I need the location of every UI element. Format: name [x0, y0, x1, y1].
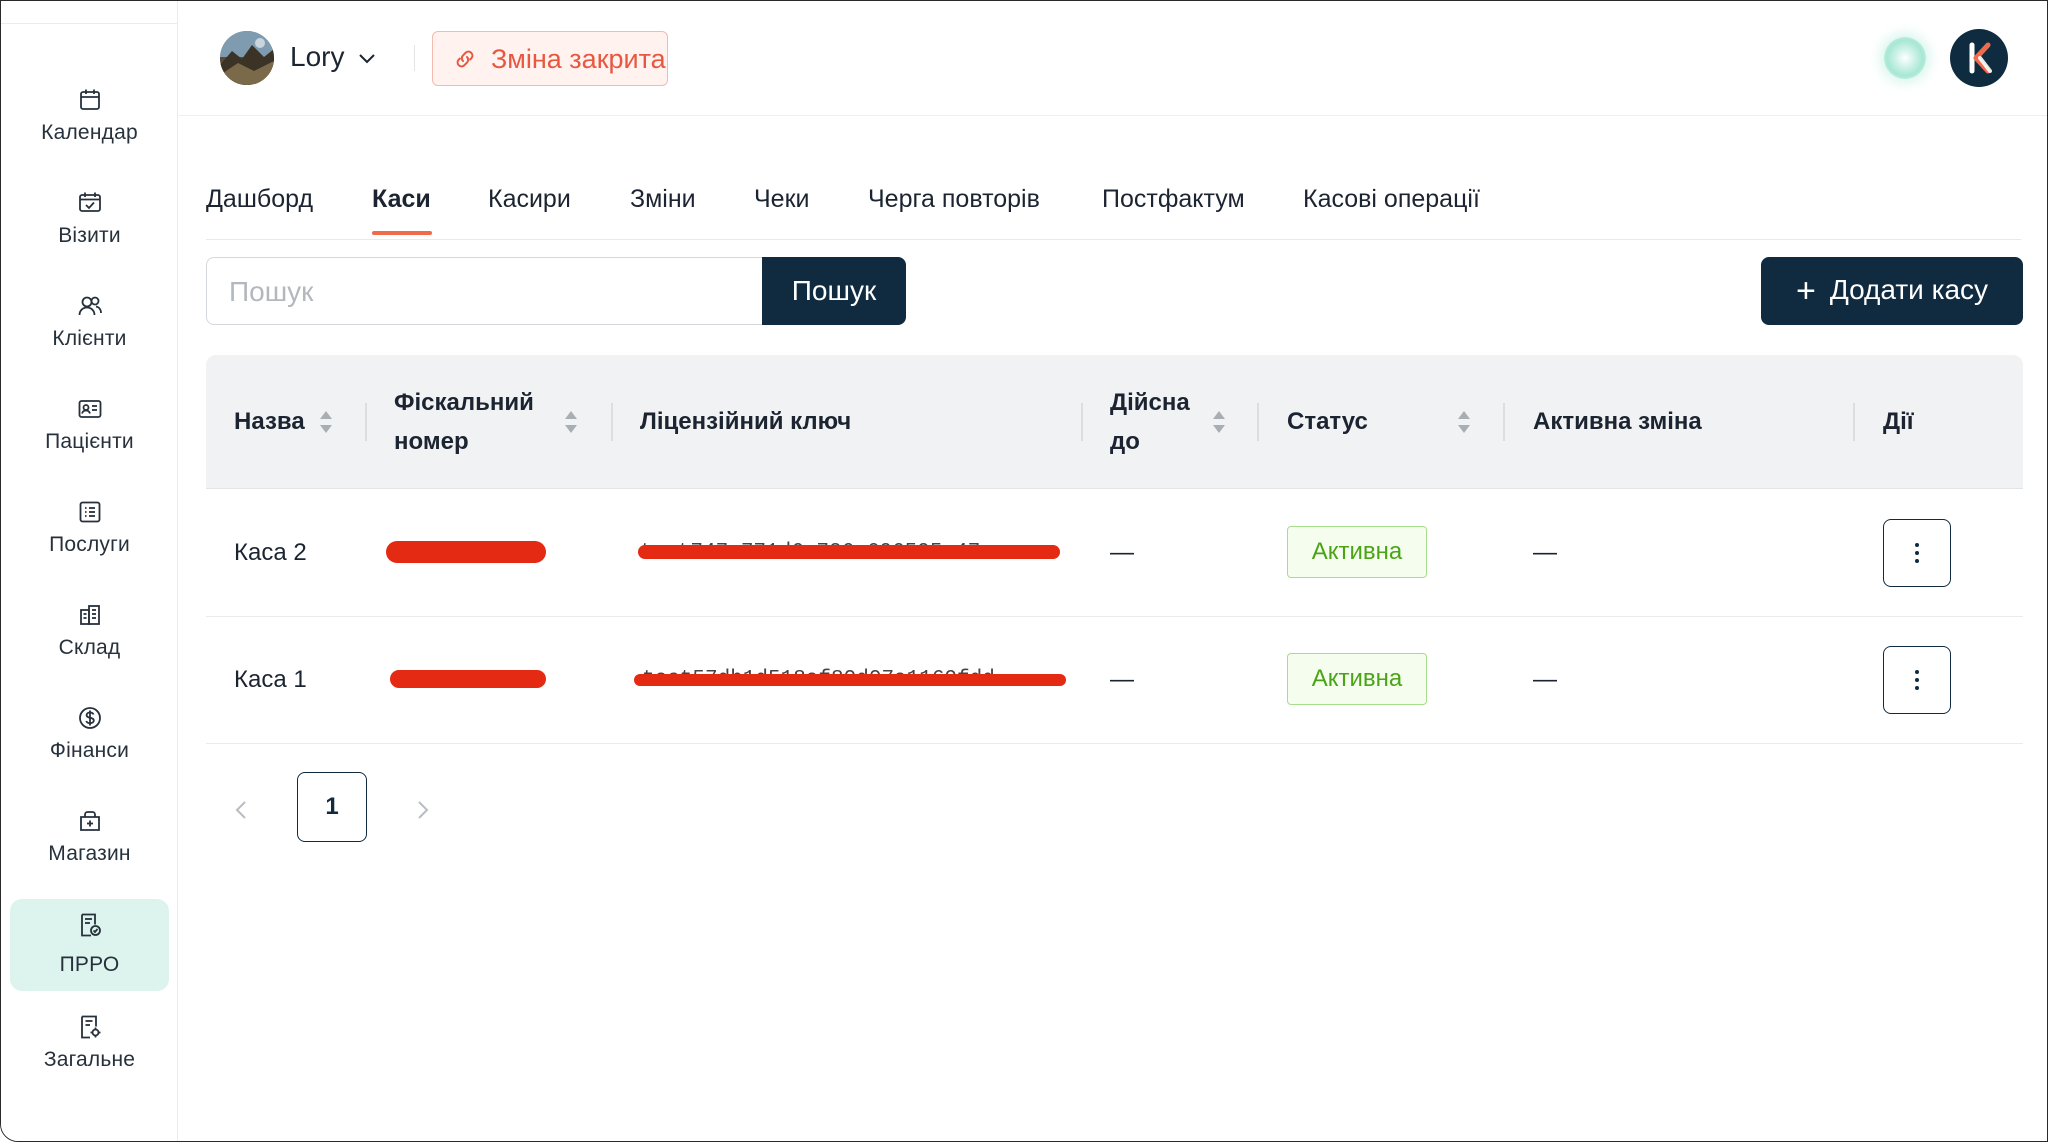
search-input[interactable]	[227, 258, 751, 326]
sidebar-item-clients[interactable]: Клієнти	[10, 271, 169, 363]
column-header-valid-until[interactable]: Дійсна до	[1110, 355, 1190, 488]
cell-name: Каса 1	[234, 665, 307, 693]
top-header: Lory Зміна закрита	[178, 1, 2047, 116]
sidebar-item-label: Пацієнти	[45, 430, 134, 453]
pagination-next-icon[interactable]	[411, 795, 435, 825]
column-separator	[1503, 403, 1505, 441]
sort-icon[interactable]	[1457, 409, 1471, 435]
redaction-mark	[386, 541, 546, 563]
user-avatar[interactable]	[220, 31, 274, 85]
tab-receipts[interactable]: Чеки	[754, 185, 809, 214]
column-header-active-shift: Активна зміна	[1533, 408, 1702, 435]
column-header-name[interactable]: Назва	[234, 355, 305, 488]
column-separator	[365, 403, 367, 441]
link-broken-icon	[453, 47, 477, 71]
sidebar-item-general[interactable]: Загальне	[10, 992, 169, 1084]
tab-cash-registers[interactable]: Каси	[372, 185, 431, 214]
more-vertical-icon	[1915, 670, 1919, 690]
calendar-icon	[77, 87, 103, 113]
search-button[interactable]: Пошук	[762, 257, 906, 325]
chevron-down-icon[interactable]	[356, 47, 378, 69]
warehouse-icon	[77, 602, 103, 628]
header-divider	[414, 45, 415, 71]
more-vertical-icon	[1915, 543, 1919, 563]
status-badge: Активна	[1287, 526, 1427, 578]
sidebar-item-label: ПРРО	[59, 953, 120, 976]
column-separator	[611, 403, 613, 441]
sidebar-item-label: Послуги	[49, 533, 130, 556]
id-card-icon	[77, 396, 103, 422]
tab-cashiers[interactable]: Касири	[488, 185, 571, 214]
cell-active-shift: —	[1533, 665, 1557, 693]
cell-name: Каса 2	[234, 538, 307, 566]
column-header-fiscal-number[interactable]: Фіскальний номер	[394, 355, 534, 488]
column-header-actions: Дії	[1883, 408, 1914, 435]
add-cash-register-button[interactable]: + Додати касу	[1761, 257, 2023, 325]
sort-icon[interactable]	[1212, 409, 1226, 435]
sidebar: Календар Візити Клієнти Пацієнти Послуги	[1, 1, 178, 1141]
active-tab-indicator	[372, 231, 432, 235]
column-separator	[1853, 403, 1855, 441]
table-row: Каса 2 4000000000 test747e771d6e726e6965…	[206, 489, 2023, 617]
brand-logo[interactable]	[1950, 29, 2008, 87]
sidebar-item-label: Склад	[58, 636, 121, 659]
sidebar-item-warehouse[interactable]: Склад	[10, 580, 169, 672]
sidebar-item-prro[interactable]: ПРРО	[10, 899, 169, 991]
row-actions-button[interactable]	[1883, 646, 1951, 714]
sidebar-item-finance[interactable]: Фінанси	[10, 683, 169, 775]
user-name[interactable]: Lory	[290, 41, 344, 73]
sidebar-item-services[interactable]: Послуги	[10, 477, 169, 569]
receipt-icon	[77, 912, 103, 938]
redaction-mark	[390, 670, 546, 688]
prro-tabs: Дашборд Каси Касири Зміни Чеки Черга пов…	[206, 177, 2021, 240]
search-field	[206, 257, 762, 326]
dollar-coin-icon	[77, 705, 103, 731]
users-icon	[77, 293, 103, 319]
shift-status-badge[interactable]: Зміна закрита	[432, 31, 668, 86]
table-header: Назва Фіскальний номер Ліцензійний ключ …	[206, 355, 2023, 489]
sidebar-item-label: Клієнти	[52, 327, 127, 350]
column-header-status[interactable]: Статус	[1287, 355, 1368, 488]
connection-status-indicator	[1884, 37, 1926, 79]
cell-valid-until: —	[1110, 538, 1134, 566]
cell-valid-until: —	[1110, 665, 1134, 693]
sidebar-item-label: Календар	[41, 121, 138, 144]
sidebar-item-label: Загальне	[43, 1048, 136, 1071]
column-header-license-key: Ліцензійний ключ	[640, 408, 852, 435]
shop-icon	[77, 808, 103, 834]
tab-retry-queue[interactable]: Черга повторів	[868, 185, 1040, 214]
app-window: Календар Візити Клієнти Пацієнти Послуги	[0, 0, 2048, 1142]
sidebar-item-label: Магазин	[48, 842, 131, 865]
add-cash-register-label: Додати касу	[1829, 273, 1989, 305]
sidebar-divider	[1, 23, 177, 24]
sidebar-item-shop[interactable]: Магазин	[10, 786, 169, 878]
redaction-mark	[634, 674, 1066, 686]
sidebar-item-calendar[interactable]: Календар	[10, 65, 169, 157]
list-icon	[77, 499, 103, 525]
status-badge: Активна	[1287, 653, 1427, 705]
plus-icon: +	[1795, 271, 1816, 310]
sort-icon[interactable]	[564, 409, 578, 435]
redaction-mark	[638, 545, 1060, 559]
sidebar-item-patients[interactable]: Пацієнти	[10, 374, 169, 466]
tab-postfactum[interactable]: Постфактум	[1102, 185, 1245, 214]
pagination-prev-icon[interactable]	[229, 795, 253, 825]
sidebar-item-label: Візити	[58, 224, 121, 247]
column-separator	[1081, 403, 1083, 441]
pagination-page[interactable]: 1	[297, 772, 367, 842]
tab-dashboard[interactable]: Дашборд	[206, 185, 313, 214]
cell-active-shift: —	[1533, 538, 1557, 566]
table-row: Каса 1 4000005455 test57db1d518af80d07a1…	[206, 616, 2023, 744]
row-actions-button[interactable]	[1883, 519, 1951, 587]
settings-document-icon	[77, 1014, 103, 1040]
column-separator	[1257, 403, 1259, 441]
sort-icon[interactable]	[319, 409, 333, 435]
shift-status-label: Зміна закрита	[491, 44, 666, 74]
tab-shifts[interactable]: Зміни	[630, 185, 696, 214]
sidebar-item-label: Фінанси	[49, 739, 130, 762]
sidebar-item-visits[interactable]: Візити	[10, 168, 169, 260]
calendar-check-icon	[77, 190, 103, 216]
tab-cash-operations[interactable]: Касові операції	[1303, 185, 1480, 214]
